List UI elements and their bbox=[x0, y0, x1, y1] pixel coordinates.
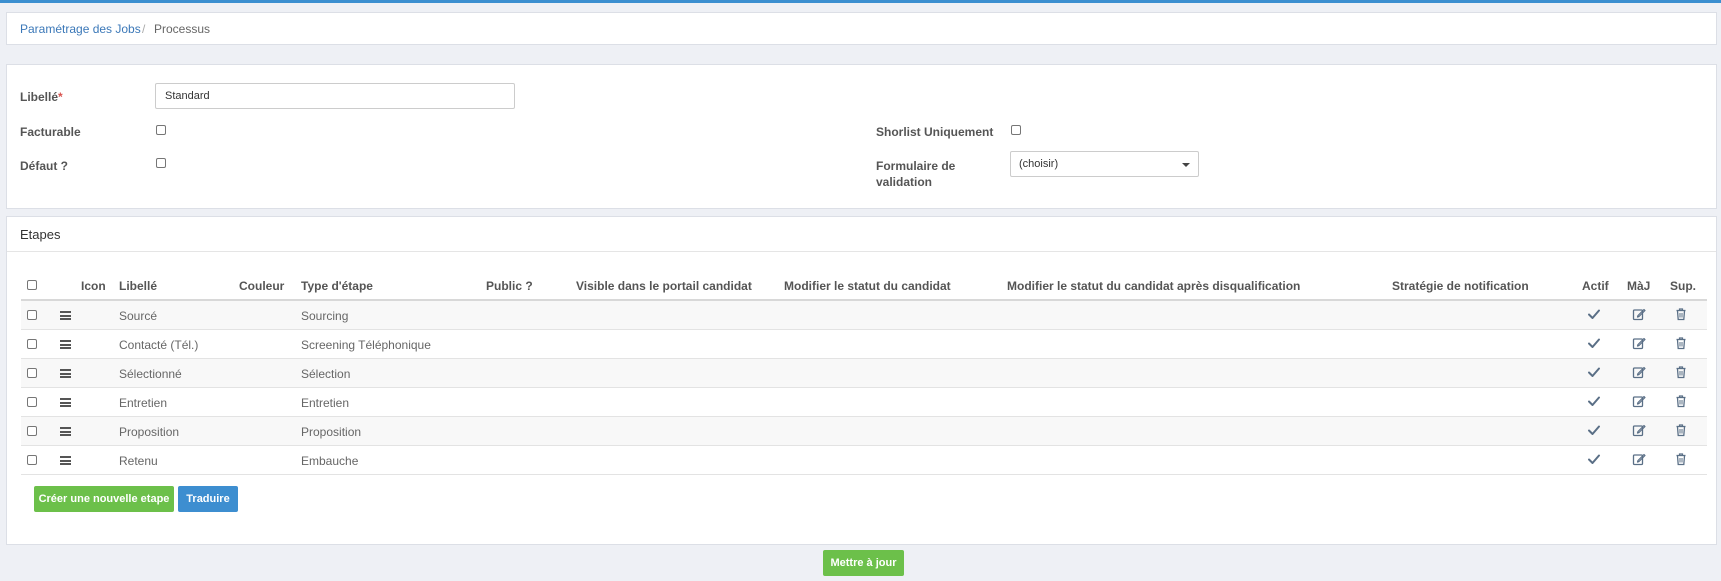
select-all-checkbox[interactable] bbox=[27, 280, 37, 290]
check-icon bbox=[1587, 307, 1601, 321]
formulaire-label-line2: validation bbox=[876, 175, 933, 189]
steps-divider bbox=[7, 251, 1716, 252]
edit-icon[interactable] bbox=[1632, 307, 1646, 321]
header-icon: Icon bbox=[81, 279, 106, 293]
breadcrumb-current: Processus bbox=[154, 22, 211, 36]
edit-icon[interactable] bbox=[1632, 336, 1646, 350]
shortlist-label: Shorlist Uniquement bbox=[876, 125, 994, 139]
row-libelle: Contacté (Tél.) bbox=[119, 338, 199, 352]
hamburger-icon[interactable] bbox=[60, 398, 71, 407]
edit-icon[interactable] bbox=[1632, 423, 1646, 437]
edit-icon[interactable] bbox=[1632, 365, 1646, 379]
formulaire-label: Formulaire de bbox=[876, 159, 956, 173]
header-type[interactable]: Type d'étape bbox=[301, 279, 373, 293]
edit-icon[interactable] bbox=[1632, 452, 1646, 466]
translate-button[interactable]: Traduire bbox=[178, 486, 238, 512]
update-button[interactable]: Mettre à jour bbox=[823, 550, 904, 576]
table-row: Entretien Entretien bbox=[21, 388, 1707, 417]
table-row: Retenu Embauche bbox=[21, 446, 1707, 475]
row-libelle: Proposition bbox=[119, 425, 180, 439]
row-checkbox[interactable] bbox=[27, 368, 37, 378]
check-icon bbox=[1587, 336, 1601, 350]
required-mark: * bbox=[58, 90, 63, 104]
row-type: Embauche bbox=[301, 454, 359, 468]
trash-icon[interactable] bbox=[1674, 336, 1688, 350]
table-row: Sélectionné Sélection bbox=[21, 359, 1707, 388]
header-strategie[interactable]: Stratégie de notification bbox=[1392, 279, 1529, 293]
table-row: Sourcé Sourcing bbox=[21, 301, 1707, 330]
row-type: Entretien bbox=[301, 396, 350, 410]
hamburger-icon[interactable] bbox=[60, 427, 71, 436]
steps-title: Etapes bbox=[20, 227, 61, 242]
trash-icon[interactable] bbox=[1674, 307, 1688, 321]
top-accent-bar bbox=[0, 0, 1721, 3]
row-checkbox[interactable] bbox=[27, 426, 37, 436]
libelle-label: Libellé* bbox=[20, 90, 63, 104]
facturable-checkbox[interactable] bbox=[156, 125, 166, 135]
breadcrumb-link-jobs-settings[interactable]: Paramétrage des Jobs bbox=[20, 22, 141, 36]
row-type: Screening Téléphonique bbox=[301, 338, 431, 352]
formulaire-select-value: (choisir) bbox=[1019, 158, 1059, 170]
row-checkbox[interactable] bbox=[27, 397, 37, 407]
header-sup: Sup. bbox=[1670, 279, 1696, 293]
header-maj: MàJ bbox=[1627, 279, 1651, 293]
header-modifier-statut[interactable]: Modifier le statut du candidat bbox=[784, 279, 951, 293]
header-libelle[interactable]: Libellé bbox=[119, 279, 157, 293]
header-visible[interactable]: Visible dans le portail candidat bbox=[576, 279, 752, 293]
defaut-checkbox[interactable] bbox=[156, 158, 166, 168]
table-row: Contacté (Tél.) Screening Téléphonique bbox=[21, 330, 1707, 359]
hamburger-icon[interactable] bbox=[60, 456, 71, 465]
row-checkbox[interactable] bbox=[27, 339, 37, 349]
shortlist-checkbox[interactable] bbox=[1011, 125, 1021, 135]
formulaire-select[interactable]: (choisir) bbox=[1010, 151, 1199, 177]
trash-icon[interactable] bbox=[1674, 423, 1688, 437]
header-actif[interactable]: Actif bbox=[1582, 279, 1609, 293]
edit-icon[interactable] bbox=[1632, 394, 1646, 408]
check-icon bbox=[1587, 423, 1601, 437]
process-form: Libellé* Facturable Défaut ? Shorlist Un… bbox=[6, 64, 1717, 209]
trash-icon[interactable] bbox=[1674, 452, 1688, 466]
hamburger-icon[interactable] bbox=[60, 369, 71, 378]
libelle-input[interactable] bbox=[155, 83, 515, 109]
steps-panel: Etapes Icon Libellé Couleur Type d'étape… bbox=[6, 216, 1717, 545]
row-libelle: Sourcé bbox=[119, 309, 158, 323]
table-row: Proposition Proposition bbox=[21, 417, 1707, 446]
row-checkbox[interactable] bbox=[27, 455, 37, 465]
row-libelle: Sélectionné bbox=[119, 367, 182, 381]
check-icon bbox=[1587, 365, 1601, 379]
row-libelle: Entretien bbox=[119, 396, 168, 410]
check-icon bbox=[1587, 394, 1601, 408]
row-type: Sourcing bbox=[301, 309, 349, 323]
header-public[interactable]: Public ? bbox=[486, 279, 533, 293]
header-couleur[interactable]: Couleur bbox=[239, 279, 284, 293]
row-type: Sélection bbox=[301, 367, 351, 381]
breadcrumb: Paramétrage des Jobs / Processus bbox=[6, 12, 1717, 45]
row-libelle: Retenu bbox=[119, 454, 158, 468]
header-modifier-statut-disqualification[interactable]: Modifier le statut du candidat après dis… bbox=[1007, 279, 1300, 293]
facturable-label: Facturable bbox=[20, 125, 81, 139]
row-type: Proposition bbox=[301, 425, 362, 439]
create-step-button[interactable]: Créer une nouvelle etape bbox=[34, 486, 174, 512]
hamburger-icon[interactable] bbox=[60, 340, 71, 349]
check-icon bbox=[1587, 452, 1601, 466]
defaut-label: Défaut ? bbox=[20, 159, 68, 173]
trash-icon[interactable] bbox=[1674, 394, 1688, 408]
trash-icon[interactable] bbox=[1674, 365, 1688, 379]
hamburger-icon[interactable] bbox=[60, 311, 71, 320]
breadcrumb-separator: / bbox=[142, 22, 146, 36]
row-checkbox[interactable] bbox=[27, 310, 37, 320]
chevron-down-icon bbox=[1182, 163, 1190, 167]
